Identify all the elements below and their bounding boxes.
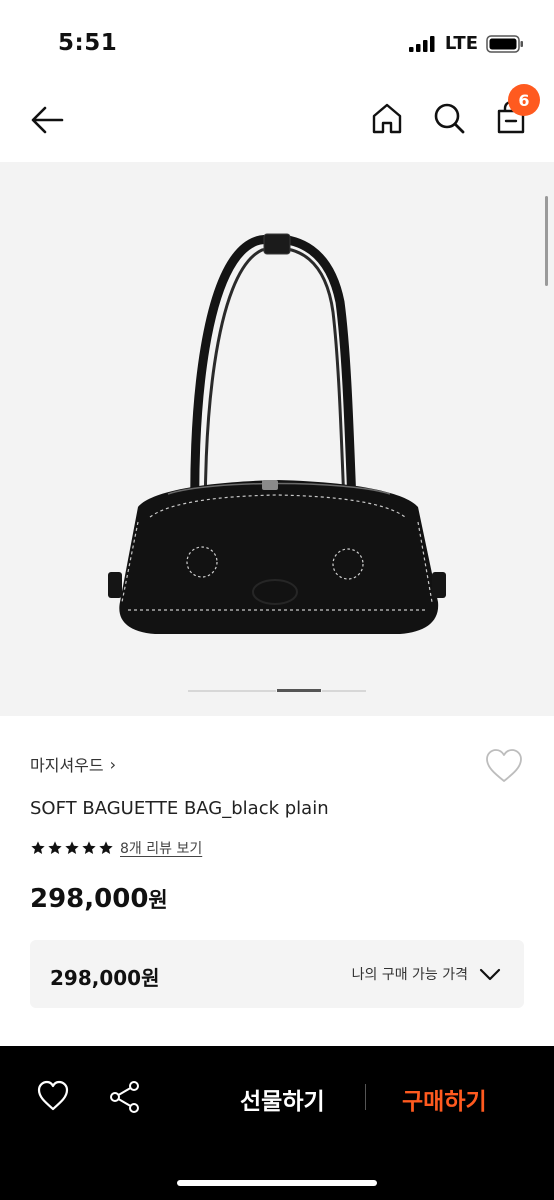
status-bar: 5:51 LTE (0, 0, 554, 80)
wishlist-heart-icon[interactable] (484, 748, 524, 784)
product-image-carousel[interactable] (0, 162, 554, 716)
carousel-dot-3[interactable] (322, 690, 366, 692)
status-indicators: LTE (408, 33, 524, 54)
cart-count-badge: 6 (508, 84, 540, 116)
buy-button[interactable]: 구매하기 (402, 1082, 487, 1116)
product-rating: 8개 리뷰 보기 (30, 838, 202, 858)
scroll-indicator (545, 196, 548, 286)
signal-icon (408, 35, 435, 52)
my-price-label: 나의 구매 가능 가격 (351, 967, 468, 983)
chevron-down-icon (479, 968, 501, 981)
top-nav: 6 (0, 80, 554, 162)
carousel-dot-2[interactable] (277, 689, 321, 692)
my-available-price-dropdown[interactable]: 298,000원 나의 구매 가능 가격 (30, 940, 524, 1008)
carousel-dot-1[interactable] (188, 690, 276, 692)
star-icon (65, 841, 79, 854)
gift-button[interactable]: 선물하기 (240, 1082, 325, 1116)
star-icon (31, 841, 45, 854)
search-icon[interactable] (430, 99, 468, 137)
back-arrow-icon[interactable] (28, 100, 68, 140)
review-link[interactable]: 8개 리뷰 보기 (120, 838, 202, 858)
home-icon[interactable] (368, 99, 406, 137)
rating-stars (30, 840, 114, 856)
bottom-action-bar: 선물하기 구매하기 (0, 1046, 554, 1200)
brand-name: 마지셔우드 (30, 756, 104, 775)
my-price-value: 298,000원 (50, 966, 160, 990)
price-value: 298,000 (30, 884, 149, 914)
star-icon (82, 841, 96, 854)
product-image (108, 233, 446, 634)
product-title: SOFT BAGUETTE BAG_black plain (30, 798, 329, 819)
share-icon[interactable] (108, 1080, 142, 1114)
heart-icon[interactable] (36, 1080, 70, 1112)
product-price: 298,000원 (30, 884, 168, 914)
star-icon (99, 841, 113, 854)
price-unit: 원 (148, 888, 168, 912)
star-icon (48, 841, 62, 854)
home-indicator (177, 1180, 377, 1186)
status-time: 5:51 (58, 30, 118, 56)
brand-chevron: › (109, 754, 117, 774)
brand-link[interactable]: 마지셔우드 › (30, 752, 116, 776)
action-divider (365, 1084, 366, 1110)
battery-icon (486, 34, 523, 53)
network-type: LTE (444, 33, 478, 54)
